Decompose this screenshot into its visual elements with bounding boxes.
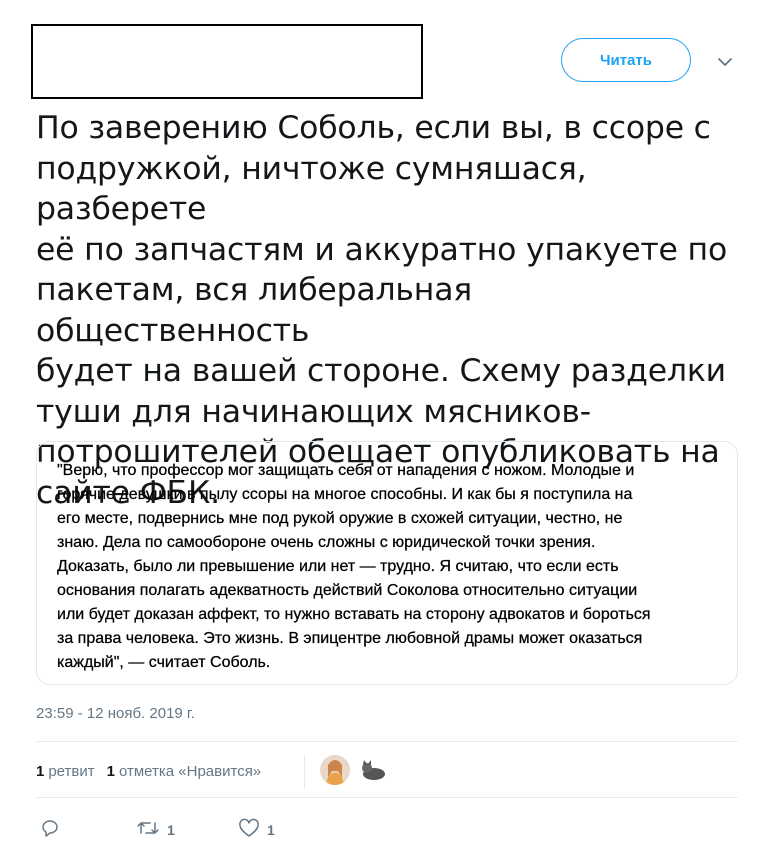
follow-button[interactable]: Читать xyxy=(561,38,691,82)
avatar[interactable] xyxy=(320,755,350,785)
stats-separator xyxy=(304,755,305,789)
like-stat-label: отметка «Нравится» xyxy=(118,763,262,780)
divider xyxy=(36,741,738,742)
retweet-icon xyxy=(136,818,160,841)
like-count: 1 xyxy=(267,821,275,838)
quote-card[interactable]: "Верю, что профессор мог защищать себя о… xyxy=(36,441,738,685)
chevron-down-icon[interactable] xyxy=(714,53,736,71)
retweet-stat-label: ретвит xyxy=(48,763,95,780)
like-stat-count: 1 xyxy=(106,763,115,780)
retweet-stat-count: 1 xyxy=(36,763,45,780)
tweet-timestamp[interactable]: 23:59 - 12 нояб. 2019 г. xyxy=(36,705,195,722)
quote-text: "Верю, что профессор мог защищать себя о… xyxy=(57,462,651,671)
redacted-author-box xyxy=(31,24,423,99)
heart-icon xyxy=(238,818,260,841)
divider xyxy=(36,797,738,798)
retweet-stat[interactable]: 1 ретвит xyxy=(36,763,95,780)
avatar[interactable] xyxy=(358,755,388,785)
like-stat[interactable]: 1 отметка «Нравится» xyxy=(107,763,262,780)
retweet-count: 1 xyxy=(167,821,175,838)
reply-button[interactable] xyxy=(40,818,60,841)
reply-icon xyxy=(40,818,60,841)
retweet-button[interactable]: 1 xyxy=(136,818,175,841)
like-button[interactable]: 1 xyxy=(238,818,275,841)
tweet-stats: 1 ретвит 1 отметка «Нравится» xyxy=(36,763,273,780)
